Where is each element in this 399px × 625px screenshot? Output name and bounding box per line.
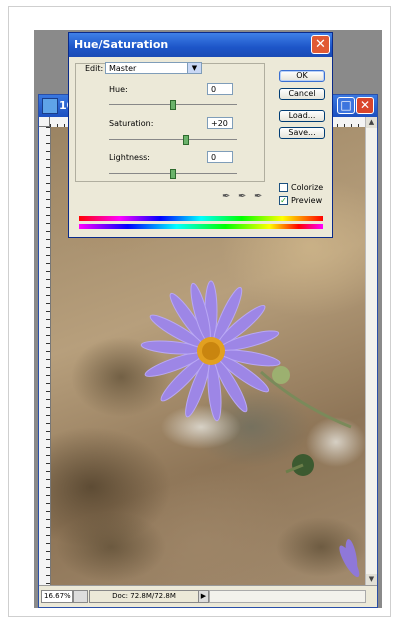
dialog-close-button[interactable]: ✕ bbox=[311, 35, 330, 54]
input-hue-spectrum-bar bbox=[79, 216, 323, 221]
lightness-input[interactable]: 0 bbox=[207, 151, 233, 163]
vertical-scrollbar[interactable]: ▲ ▼ bbox=[365, 117, 377, 585]
edit-select[interactable]: Master ▼ bbox=[105, 62, 202, 74]
save-button[interactable]: Save... bbox=[279, 127, 325, 139]
edit-select-value: Master bbox=[109, 64, 137, 73]
doc-info: Doc: 72.8M/72.8M bbox=[89, 590, 199, 603]
dialog-title: Hue/Saturation bbox=[74, 38, 169, 51]
edit-label: Edit: bbox=[85, 64, 104, 73]
lightness-label: Lightness: bbox=[109, 153, 150, 162]
lightness-slider-thumb[interactable] bbox=[170, 169, 176, 179]
navigator-icon[interactable] bbox=[73, 590, 88, 603]
load-button[interactable]: Load... bbox=[279, 110, 325, 122]
ok-button[interactable]: OK bbox=[279, 70, 325, 82]
scroll-down-arrow-icon[interactable]: ▼ bbox=[366, 574, 377, 585]
adjustment-group bbox=[75, 63, 265, 182]
preview-checkbox[interactable]: ✓ bbox=[279, 196, 288, 205]
hue-input[interactable]: 0 bbox=[207, 83, 233, 95]
scroll-up-arrow-icon[interactable]: ▲ bbox=[366, 117, 377, 128]
saturation-slider-track[interactable] bbox=[109, 139, 237, 140]
status-bar: 16.67% Doc: 72.8M/72.8M ▶ bbox=[39, 585, 377, 606]
colorize-checkbox[interactable] bbox=[279, 183, 288, 192]
preview-label: Preview bbox=[291, 196, 323, 205]
colorize-label: Colorize bbox=[291, 183, 324, 192]
eyedropper-minus-icon[interactable]: ✒ bbox=[254, 191, 262, 202]
close-button[interactable]: ✕ bbox=[356, 97, 374, 114]
zoom-field[interactable]: 16.67% bbox=[41, 590, 73, 603]
photoshop-document-icon bbox=[42, 98, 58, 114]
saturation-label: Saturation: bbox=[109, 119, 154, 128]
chevron-down-icon[interactable]: ▼ bbox=[187, 63, 201, 73]
dialog-title-bar[interactable]: Hue/Saturation ✕ bbox=[69, 33, 332, 57]
eyedropper-plus-icon[interactable]: ✒ bbox=[238, 191, 246, 202]
hue-label: Hue: bbox=[109, 85, 128, 94]
ruler-corner bbox=[39, 117, 50, 127]
vertical-ruler[interactable] bbox=[39, 127, 51, 585]
maximize-button[interactable]: □ bbox=[337, 97, 355, 114]
output-hue-spectrum-bar bbox=[79, 224, 323, 229]
horizontal-scrollbar[interactable] bbox=[209, 590, 366, 603]
status-menu-arrow-icon[interactable]: ▶ bbox=[198, 590, 209, 603]
hue-saturation-dialog: Hue/Saturation ✕ Edit: Master ▼ Hue: 0 S… bbox=[68, 32, 333, 238]
saturation-slider-thumb[interactable] bbox=[183, 135, 189, 145]
saturation-input[interactable]: +20 bbox=[207, 117, 233, 129]
eyedropper-icon[interactable]: ✒ bbox=[222, 191, 230, 202]
cancel-button[interactable]: Cancel bbox=[279, 88, 325, 100]
hue-slider-thumb[interactable] bbox=[170, 100, 176, 110]
